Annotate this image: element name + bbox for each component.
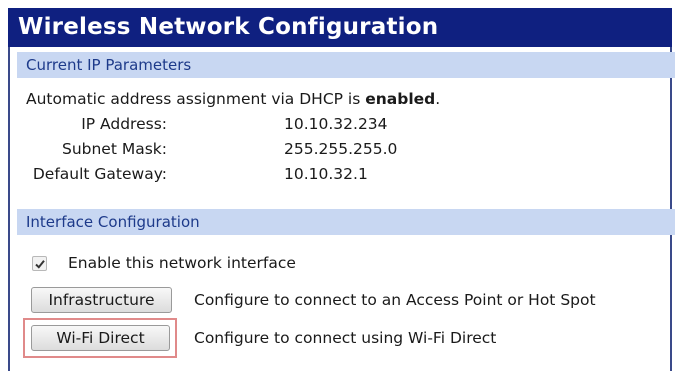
section-header-interface: Interface Configuration xyxy=(17,209,675,235)
dhcp-prefix: Automatic address assignment via DHCP is xyxy=(26,90,366,108)
param-row-default-gateway: Default Gateway: 10.10.32.1 xyxy=(0,163,600,185)
infrastructure-button[interactable]: Infrastructure xyxy=(31,287,172,313)
param-row-ip-address: IP Address: 10.10.32.234 xyxy=(0,113,600,135)
subnet-mask-value: 255.255.255.0 xyxy=(284,140,398,158)
section-header-ip: Current IP Parameters xyxy=(17,52,675,78)
dhcp-status-text: Automatic address assignment via DHCP is… xyxy=(26,88,440,110)
default-gateway-label: Default Gateway: xyxy=(32,165,167,183)
param-row-subnet-mask: Subnet Mask: 255.255.255.0 xyxy=(0,138,600,160)
page-title: Wireless Network Configuration xyxy=(8,8,672,47)
enable-interface-label[interactable]: Enable this network interface xyxy=(68,254,296,272)
dhcp-suffix: . xyxy=(435,90,441,108)
enable-interface-checkbox[interactable] xyxy=(32,255,47,271)
enable-interface-row: Enable this network interface xyxy=(32,251,296,275)
ip-address-value: 10.10.32.234 xyxy=(284,115,388,133)
dhcp-status-value: enabled xyxy=(365,90,436,108)
checkmark-icon xyxy=(35,259,45,269)
default-gateway-value: 10.10.32.1 xyxy=(284,165,368,183)
wifi-direct-button[interactable]: Wi-Fi Direct xyxy=(31,325,170,351)
wifi-direct-description: Configure to connect using Wi-Fi Direct xyxy=(194,329,497,347)
ip-address-label: IP Address: xyxy=(81,115,167,133)
subnet-mask-label: Subnet Mask: xyxy=(61,140,167,158)
infrastructure-description: Configure to connect to an Access Point … xyxy=(194,291,596,309)
